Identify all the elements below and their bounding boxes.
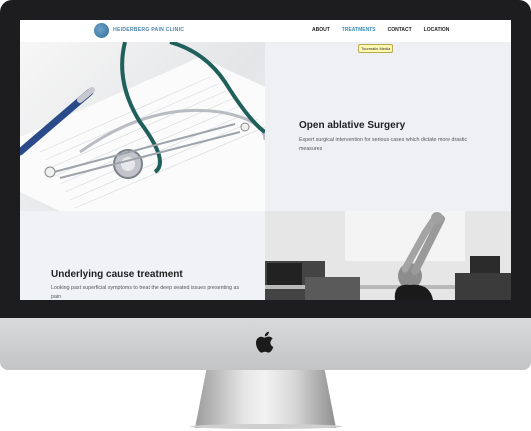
stethoscope-illustration bbox=[20, 42, 265, 211]
apple-logo-icon bbox=[255, 331, 274, 353]
site-header: HEIDERBERG PAIN CLINIC ABOUT TREATMENTS … bbox=[20, 20, 511, 42]
monitor-stand bbox=[195, 370, 336, 428]
clinic-logo-icon[interactable] bbox=[94, 23, 109, 38]
cause-treatment-section: Underlying cause treatment Looking past … bbox=[20, 211, 265, 300]
nav-treatments[interactable]: TREATMENTS bbox=[342, 27, 376, 33]
stethoscope-photo bbox=[20, 42, 265, 211]
author-tooltip: Tourmalin Media bbox=[358, 44, 394, 53]
nav-location[interactable]: LOCATION bbox=[424, 27, 450, 33]
surgery-section: Open ablative Surgery Expert surgical in… bbox=[265, 42, 511, 211]
stand-base bbox=[190, 424, 342, 429]
cause-treatment-description: Looking past superficial symptoms to tre… bbox=[51, 285, 240, 300]
office-stretch-photo bbox=[265, 211, 511, 300]
surgery-description: Expert surgical intervention for serious… bbox=[299, 137, 468, 152]
nav-about[interactable]: ABOUT bbox=[312, 27, 330, 33]
clinic-logo-text[interactable]: HEIDERBERG PAIN CLINIC bbox=[113, 27, 184, 33]
surgery-heading: Open ablative Surgery bbox=[299, 120, 406, 131]
website-screen: HEIDERBERG PAIN CLINIC ABOUT TREATMENTS … bbox=[20, 20, 511, 300]
cause-treatment-heading: Underlying cause treatment bbox=[51, 269, 183, 280]
nav-contact[interactable]: CONTACT bbox=[388, 27, 412, 33]
office-illustration bbox=[265, 211, 511, 300]
main-nav: ABOUT TREATMENTS CONTACT LOCATION bbox=[312, 27, 449, 33]
